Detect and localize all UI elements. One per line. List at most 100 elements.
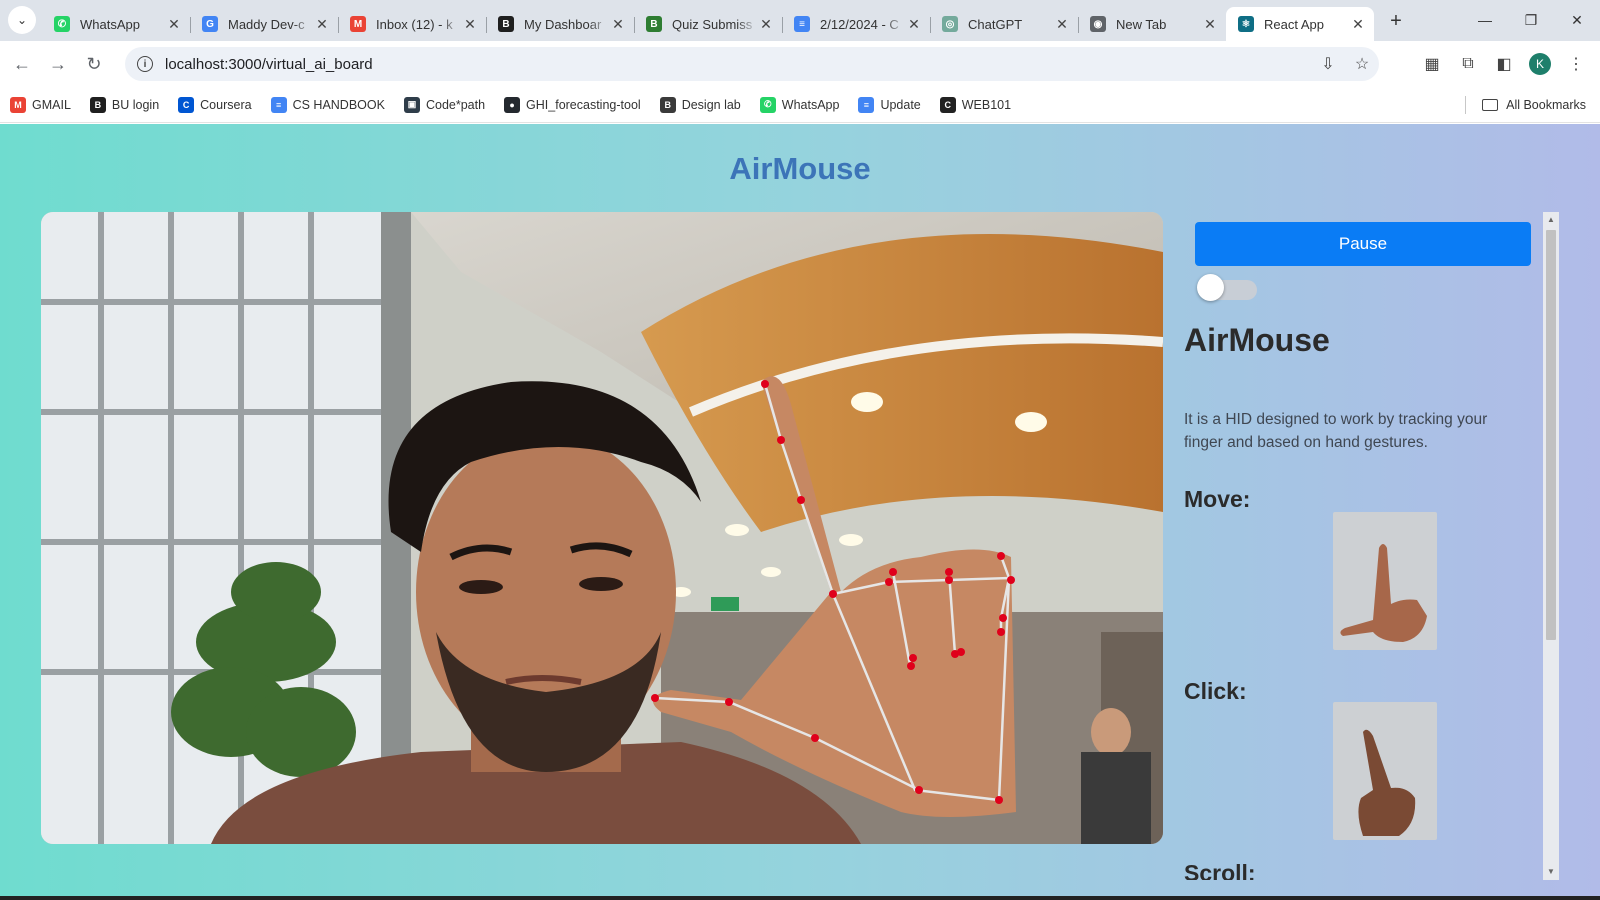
back-button[interactable]: ← <box>4 46 40 82</box>
minimize-button[interactable]: — <box>1462 0 1508 40</box>
bookmark-item[interactable]: C Coursera <box>178 96 252 113</box>
bookmark-item[interactable]: C WEB101 <box>939 96 1012 113</box>
scroll-up-icon[interactable]: ▲ <box>1543 212 1559 228</box>
bookmark-label: BU login <box>111 97 160 112</box>
blackboard-icon: B <box>659 96 676 113</box>
tab-title: Inbox (12) - k <box>376 16 453 32</box>
arrow-left-icon: ← <box>13 53 31 74</box>
tab-close-icon[interactable]: ✕ <box>610 16 626 33</box>
gesture-move-label: Move: <box>1184 486 1251 512</box>
hand-l-gesture-icon <box>1333 512 1437 650</box>
plus-icon: + <box>1390 9 1402 32</box>
address-bar[interactable]: i localhost:3000/virtual_ai_board ⇩ ☆ <box>125 47 1379 81</box>
bookmarks-bar: M GMAIL B BU login C Coursera ≡ CS HANDBOOK ▣ Cod… <box>0 87 1600 123</box>
toggle-knob <box>1197 274 1224 301</box>
react-icon: ⚛ <box>1238 16 1254 32</box>
codepath-c-icon: C <box>939 96 956 113</box>
tab-close-icon[interactable]: ✕ <box>1054 16 1070 33</box>
tab-title: React App <box>1264 16 1324 32</box>
tab-3[interactable]: B My Dashboar ✕ <box>486 7 635 41</box>
profile-avatar[interactable]: K <box>1529 53 1551 75</box>
blackboard-green-icon: B <box>646 16 662 32</box>
side-panel-icon[interactable]: ◧ <box>1486 54 1522 74</box>
tab-search-button[interactable]: ⌄ <box>8 6 36 34</box>
whatsapp-icon: ✆ <box>54 16 70 32</box>
docs-icon: ≡ <box>794 16 810 32</box>
tab-close-icon[interactable]: ✕ <box>314 16 330 33</box>
bookmark-item[interactable]: ≡ CS HANDBOOK <box>270 96 385 113</box>
window-controls: — ❐ ✕ <box>1462 0 1600 40</box>
whatsapp-icon: ✆ <box>759 96 776 113</box>
arrow-right-icon: → <box>49 53 67 74</box>
tab-close-icon[interactable]: ✕ <box>166 16 182 33</box>
window-bottom-edge <box>0 896 1600 900</box>
bookmark-label: WEB101 <box>961 97 1012 112</box>
extensions-puzzle-icon[interactable]: ⧉ <box>1450 55 1486 73</box>
bookmark-label: Design lab <box>681 97 741 112</box>
bookmark-label: CS HANDBOOK <box>292 97 385 112</box>
gmail-icon: M <box>350 16 366 32</box>
bookmark-label: Update <box>880 97 921 112</box>
coursera-icon: C <box>178 96 195 113</box>
tab-0[interactable]: ✆ WhatsApp ✕ <box>42 7 191 41</box>
docs-icon: ≡ <box>270 96 287 113</box>
url-text[interactable]: localhost:3000/virtual_ai_board <box>165 56 373 73</box>
pause-button[interactable]: Pause <box>1195 222 1531 266</box>
tracking-toggle[interactable] <box>1195 274 1257 301</box>
all-bookmarks-button[interactable]: All Bookmarks <box>1465 87 1586 123</box>
all-bookmarks-label: All Bookmarks <box>1506 98 1586 112</box>
tab-title: 2/12/2024 - C <box>820 16 899 32</box>
qr-extension-icon[interactable]: ▦ <box>1414 54 1450 74</box>
bookmark-label: GHI_forecasting-tool <box>526 97 641 112</box>
google-icon: G <box>202 16 218 32</box>
chevron-down-icon: ⌄ <box>16 13 28 27</box>
tab-title: Maddy Dev-c <box>228 16 305 32</box>
tab-close-icon[interactable]: ✕ <box>758 16 774 33</box>
tab-title: My Dashboar <box>524 16 602 32</box>
bookmark-item[interactable]: ≡ Update <box>858 96 921 113</box>
gesture-scroll-label: Scroll: <box>1184 860 1256 880</box>
folder-icon <box>1482 99 1499 111</box>
gmail-icon: M <box>10 96 26 113</box>
tab-close-icon[interactable]: ✕ <box>1202 16 1218 33</box>
scroll-thumb[interactable] <box>1546 230 1556 640</box>
bookmark-item[interactable]: B Design lab <box>659 96 741 113</box>
bookmark-item[interactable]: M GMAIL <box>10 96 71 113</box>
reload-button[interactable]: ↻ <box>76 46 112 82</box>
forward-button[interactable]: → <box>40 46 76 82</box>
site-info-icon[interactable]: i <box>137 56 153 72</box>
panel-scrollbar[interactable]: ▲ ▼ <box>1543 212 1559 880</box>
install-app-icon[interactable]: ⇩ <box>1311 54 1345 74</box>
info-panel: Pause AirMouse It is a HID designed to w… <box>1180 212 1560 880</box>
tab-close-icon[interactable]: ✕ <box>462 16 478 33</box>
tab-7[interactable]: ◉ New Tab ✕ <box>1078 7 1226 41</box>
new-tab-button[interactable]: + <box>1382 7 1410 35</box>
chrome-icon: ◉ <box>1090 16 1106 32</box>
reload-icon: ↻ <box>86 53 102 74</box>
bookmark-star-icon[interactable]: ☆ <box>1345 54 1379 74</box>
bookmark-label: GMAIL <box>32 97 71 112</box>
tab-close-icon[interactable]: ✕ <box>906 16 922 33</box>
tab-1[interactable]: G Maddy Dev-c ✕ <box>190 7 339 41</box>
tab-6[interactable]: ◎ ChatGPT ✕ <box>930 7 1079 41</box>
bookmark-item[interactable]: ▣ Code*path <box>403 96 485 113</box>
restore-button[interactable]: ❐ <box>1508 0 1554 40</box>
bookmark-item[interactable]: B BU login <box>89 96 160 113</box>
github-icon: ● <box>504 96 521 113</box>
tab-title: WhatsApp <box>80 16 140 32</box>
browser-toolbar: ← → ↻ i localhost:3000/virtual_ai_board … <box>0 41 1600 87</box>
tab-title: New Tab <box>1116 16 1167 32</box>
hand-point-gesture-icon <box>1333 702 1437 840</box>
bookmark-item[interactable]: ● GHI_forecasting-tool <box>504 96 641 113</box>
tab-5[interactable]: ≡ 2/12/2024 - C ✕ <box>782 7 931 41</box>
tab-2[interactable]: M Inbox (12) - k ✕ <box>338 7 487 41</box>
kebab-menu-icon[interactable]: ⋮ <box>1558 54 1594 74</box>
scroll-down-icon[interactable]: ▼ <box>1543 864 1559 880</box>
tab-4[interactable]: B Quiz Submiss ✕ <box>634 7 783 41</box>
close-window-button[interactable]: ✕ <box>1554 0 1600 40</box>
blackboard-icon: B <box>89 96 106 113</box>
tab-8[interactable]: ⚛ React App ✕ <box>1226 7 1374 41</box>
bookmark-item[interactable]: ✆ WhatsApp <box>759 96 839 113</box>
page-content: AirMouse Pause AirMouse It is a HID desi… <box>0 124 1600 896</box>
tab-close-icon[interactable]: ✕ <box>1350 16 1366 33</box>
